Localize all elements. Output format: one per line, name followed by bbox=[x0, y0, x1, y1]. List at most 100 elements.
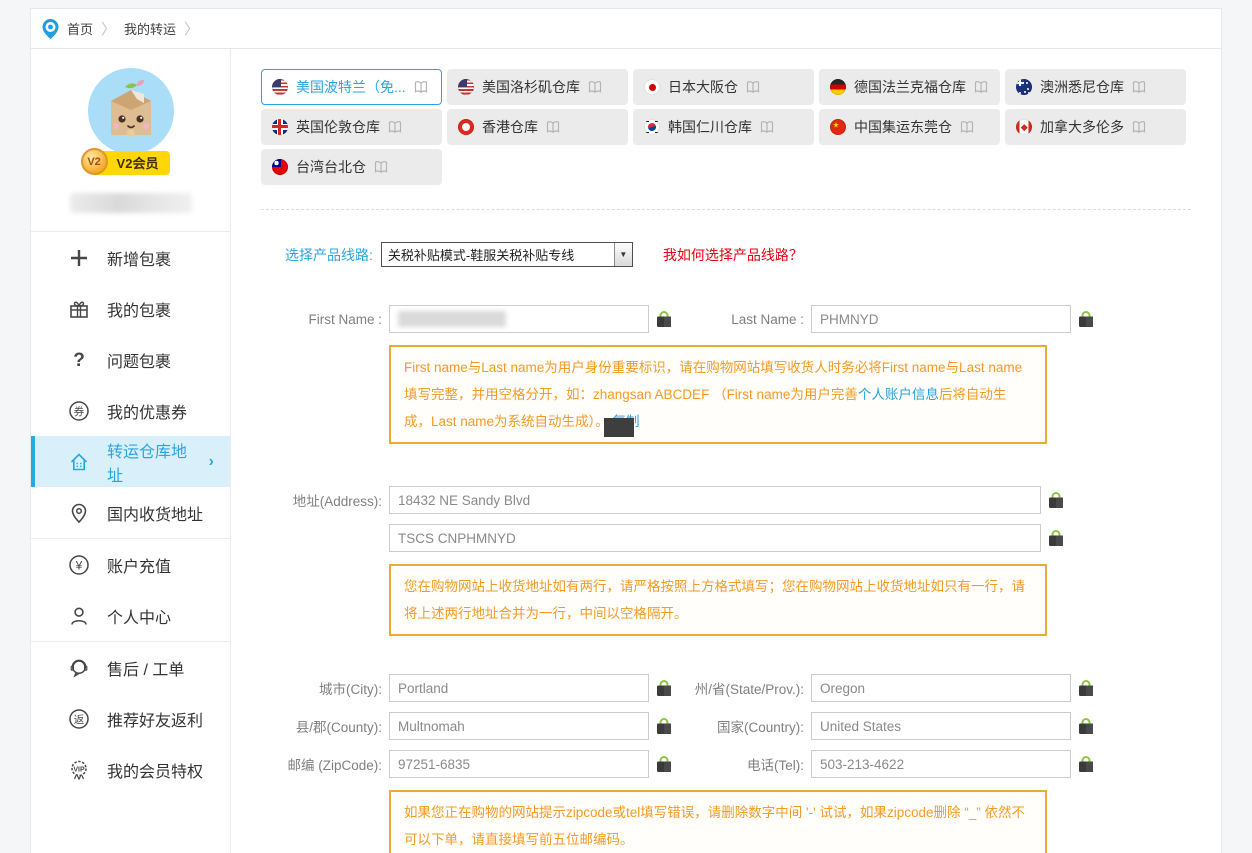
account-info-link[interactable]: 个人账户信息 bbox=[858, 387, 939, 402]
sidebar-item-add-package[interactable]: 新增包裹 bbox=[31, 232, 230, 283]
v2-medal-icon: V2 bbox=[81, 148, 108, 175]
map-book-icon bbox=[746, 80, 760, 94]
copy-icon[interactable] bbox=[655, 717, 673, 735]
map-book-icon bbox=[588, 80, 602, 94]
headset-icon bbox=[67, 656, 91, 680]
svg-text:券: 券 bbox=[74, 405, 85, 418]
sidebar-item-problem-packages[interactable]: ? 问题包裹 bbox=[31, 334, 230, 385]
map-book-icon bbox=[1132, 120, 1146, 134]
map-book-icon bbox=[388, 120, 402, 134]
svg-text:¥: ¥ bbox=[75, 558, 83, 572]
sidebar-item-aftersale-ticket[interactable]: 售后 / 工单 bbox=[31, 642, 230, 693]
tab-hongkong[interactable]: 香港仓库 bbox=[447, 109, 628, 145]
membership-badge-label: V2会员 bbox=[117, 156, 159, 171]
tel-label: 电话(Tel): bbox=[673, 754, 811, 774]
user-icon bbox=[67, 604, 91, 628]
coupon-icon: 券 bbox=[67, 399, 91, 423]
map-book-icon bbox=[414, 80, 428, 94]
copy-icon[interactable] bbox=[1077, 717, 1095, 735]
city-input[interactable] bbox=[389, 674, 649, 702]
zipcode-input[interactable] bbox=[389, 750, 649, 778]
dark-overlay bbox=[604, 418, 634, 437]
country-input[interactable] bbox=[811, 712, 1071, 740]
question-mark-icon: ? bbox=[67, 348, 91, 372]
tab-canada-toronto[interactable]: 加拿大多伦多 bbox=[1005, 109, 1186, 145]
svg-text:VIP: VIP bbox=[73, 766, 85, 773]
county-input[interactable] bbox=[389, 712, 649, 740]
copy-icon[interactable] bbox=[655, 755, 673, 773]
zipcode-note: 如果您正在购物的网站提示zipcode或tel填写错误，请删除数字中间 '-' … bbox=[389, 790, 1047, 853]
flag-taiwan-icon bbox=[272, 159, 288, 175]
copy-link[interactable]: 复制 bbox=[613, 414, 640, 429]
address-line2-input[interactable] bbox=[389, 524, 1041, 552]
breadcrumb-home[interactable]: 首页 bbox=[67, 19, 93, 38]
flag-us-icon bbox=[272, 79, 288, 95]
sidebar-item-label: 账户充值 bbox=[107, 553, 171, 577]
copy-icon[interactable] bbox=[655, 310, 673, 328]
copy-icon[interactable] bbox=[1047, 529, 1065, 547]
sidebar-item-coupons[interactable]: 券 我的优惠券 bbox=[31, 385, 230, 436]
breadcrumb-current[interactable]: 我的转运 bbox=[124, 19, 176, 38]
product-line-select[interactable]: 关税补贴模式-鞋服关税补贴专线 ▼ bbox=[381, 242, 633, 267]
address-format-note: 您在购物网站上收货地址如有两行，请严格按照上方格式填写；您在购物网站上收货地址如… bbox=[389, 564, 1047, 636]
tab-australia-sydney[interactable]: 澳洲悉尼仓库 bbox=[1005, 69, 1186, 105]
county-label: 县/郡(County): bbox=[261, 716, 389, 736]
gift-box-icon bbox=[67, 297, 91, 321]
sidebar-item-warehouse-address[interactable]: 转运仓库地址 › bbox=[31, 436, 230, 487]
last-name-label: Last Name : bbox=[673, 312, 811, 327]
chevron-right-icon: › bbox=[209, 453, 214, 471]
sidebar-item-referral-rebate[interactable]: 返 推荐好友返利 bbox=[31, 693, 230, 744]
sidebar-item-my-packages[interactable]: 我的包裹 bbox=[31, 283, 230, 334]
first-name-label: First Name : bbox=[261, 312, 389, 327]
address-label: 地址(Address): bbox=[261, 490, 389, 510]
map-book-icon bbox=[974, 80, 988, 94]
dropdown-arrow-icon[interactable]: ▼ bbox=[614, 243, 632, 266]
sidebar-item-label: 我的会员特权 bbox=[107, 758, 203, 782]
tab-taiwan-taipei[interactable]: 台湾台北仓 bbox=[261, 149, 442, 185]
sidebar-item-label: 售后 / 工单 bbox=[107, 656, 184, 680]
sidebar-item-personal-center[interactable]: 个人中心 bbox=[31, 590, 230, 641]
tab-japan-osaka[interactable]: 日本大阪仓 bbox=[633, 69, 814, 105]
tab-uk-london[interactable]: 英国伦敦仓库 bbox=[261, 109, 442, 145]
flag-china-icon bbox=[830, 119, 846, 135]
flag-hongkong-icon bbox=[458, 119, 474, 135]
flag-korea-icon bbox=[644, 119, 660, 135]
last-name-input[interactable] bbox=[811, 305, 1071, 333]
city-label: 城市(City): bbox=[261, 678, 389, 698]
copy-icon[interactable] bbox=[655, 679, 673, 697]
flag-us-icon bbox=[458, 79, 474, 95]
first-name-blurred-value bbox=[398, 311, 506, 327]
product-line-help-link[interactable]: 我如何选择产品线路？ bbox=[663, 245, 803, 265]
tab-china-dongguan[interactable]: 中国集运东莞仓 bbox=[819, 109, 1000, 145]
address-line1-input[interactable] bbox=[389, 486, 1041, 514]
sidebar-item-label: 我的包裹 bbox=[107, 297, 171, 321]
tab-germany-frankfurt[interactable]: 德国法兰克福仓库 bbox=[819, 69, 1000, 105]
flag-australia-icon bbox=[1016, 79, 1032, 95]
zipcode-label: 邮编 (ZipCode): bbox=[261, 754, 389, 774]
flag-germany-icon bbox=[830, 79, 846, 95]
sidebar-item-recharge[interactable]: ¥ 账户充值 bbox=[31, 539, 230, 590]
tab-us-portland[interactable]: 美国波特兰（免... bbox=[261, 69, 442, 105]
copy-icon[interactable] bbox=[1077, 310, 1095, 328]
svg-text:?: ? bbox=[73, 350, 85, 371]
name-format-note: First name与Last name为用户身份重要标识，请在购物网站填写收货… bbox=[389, 345, 1047, 444]
sidebar-item-label: 问题包裹 bbox=[107, 348, 171, 372]
breadcrumb-separator: 〉 bbox=[101, 18, 116, 39]
avatar[interactable] bbox=[87, 67, 175, 155]
plus-icon bbox=[67, 246, 91, 270]
dashed-divider bbox=[261, 209, 1191, 210]
tel-input[interactable] bbox=[811, 750, 1071, 778]
sidebar-item-vip-privileges[interactable]: VIP 我的会员特权 bbox=[31, 744, 230, 795]
content-card: 首页 〉 我的转运 〉 bbox=[30, 8, 1222, 853]
breadcrumb: 首页 〉 我的转运 〉 bbox=[31, 9, 1221, 49]
sidebar-item-domestic-address[interactable]: 国内收货地址 bbox=[31, 487, 230, 538]
profile-section: V2 V2会员 bbox=[31, 49, 230, 232]
tab-korea-incheon[interactable]: 韩国仁川仓库 bbox=[633, 109, 814, 145]
flag-uk-icon bbox=[272, 119, 288, 135]
state-input[interactable] bbox=[811, 674, 1071, 702]
copy-icon[interactable] bbox=[1047, 491, 1065, 509]
tab-us-losangeles[interactable]: 美国洛杉矶仓库 bbox=[447, 69, 628, 105]
copy-icon[interactable] bbox=[1077, 755, 1095, 773]
rebate-circle-icon: 返 bbox=[67, 707, 91, 731]
copy-icon[interactable] bbox=[1077, 679, 1095, 697]
